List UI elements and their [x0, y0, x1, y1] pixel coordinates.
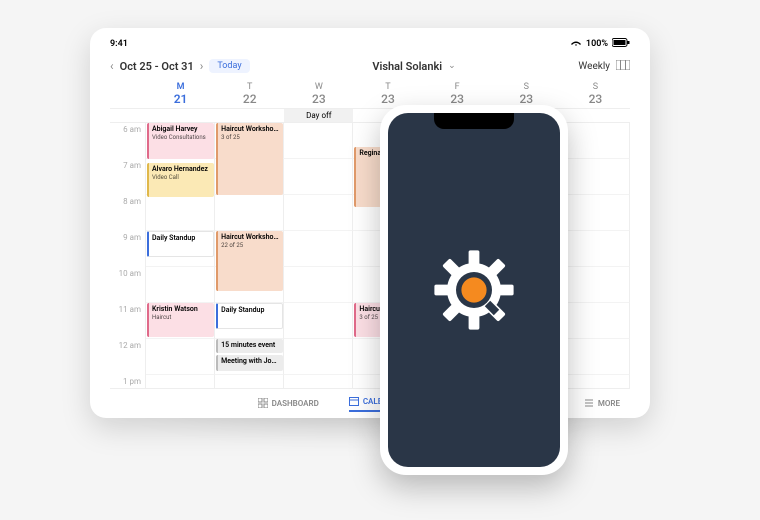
app-logo-gear-icon	[429, 245, 519, 335]
day-header[interactable]: W23	[284, 80, 353, 106]
chevron-down-icon: ⌄	[448, 61, 456, 71]
time-label: 11 am	[110, 303, 146, 339]
today-button[interactable]: Today	[209, 59, 249, 73]
user-name: Vishal Solanki	[372, 60, 442, 73]
time-label: 10 am	[110, 267, 146, 303]
allday-event[interactable]: Day off	[284, 109, 353, 122]
calendar-icon	[349, 396, 359, 408]
calendar-event[interactable]: Daily Standup	[147, 231, 214, 257]
tablet-statusbar: 9:41 100%	[110, 36, 630, 52]
battery-percent: 100%	[586, 39, 608, 49]
day-header[interactable]: S23	[561, 80, 630, 106]
calendar-event[interactable]: 15 minutes event	[216, 339, 283, 353]
menu-icon	[584, 398, 594, 410]
calendar-event[interactable]: Haircut Workshops3 of 25	[216, 123, 283, 195]
time-label: 8 am	[110, 195, 146, 231]
date-range[interactable]: Oct 25 - Oct 31	[120, 60, 194, 73]
nav-label: MORE	[598, 399, 620, 408]
day-header[interactable]: T23	[353, 80, 422, 106]
calendar-event[interactable]: Haircut Workshops22 of 25	[216, 231, 283, 291]
phone-screen	[388, 113, 560, 467]
view-selector[interactable]: Weekly	[578, 60, 630, 73]
user-selector[interactable]: Vishal Solanki ⌄	[372, 60, 455, 73]
wifi-icon	[570, 38, 582, 50]
calendar-event[interactable]: Meeting with Jo…	[216, 355, 283, 371]
dashboard-icon	[258, 398, 268, 410]
day-header[interactable]: M21	[146, 80, 215, 106]
grid-view-icon	[616, 60, 630, 73]
nav-dashboard[interactable]: DASHBOARD	[258, 398, 319, 410]
view-label: Weekly	[578, 61, 610, 72]
battery-icon	[612, 38, 630, 50]
time-label: 1 pm	[110, 375, 146, 388]
nav-label: DASHBOARD	[272, 399, 319, 408]
time-label: 6 am	[110, 123, 146, 159]
time-label: 12 am	[110, 339, 146, 375]
prev-week-button[interactable]: ‹	[110, 59, 114, 73]
calendar-event[interactable]: Alvaro HernandezVideo Call	[147, 163, 214, 197]
calendar-event[interactable]: Kristin WatsonHaircut	[147, 303, 214, 337]
time-label: 9 am	[110, 231, 146, 267]
day-header-row: M21 T22 W23 T23 F23 S23 S23	[110, 80, 630, 109]
calendar-event[interactable]: Abigail HarveyVideo Consultations	[147, 123, 214, 159]
time-label: 7 am	[110, 159, 146, 195]
nav-more[interactable]: MORE	[584, 398, 620, 410]
day-header[interactable]: S23	[492, 80, 561, 106]
day-header[interactable]: T22	[215, 80, 284, 106]
phone-frame	[380, 105, 568, 475]
calendar-event[interactable]: Daily Standup	[216, 303, 283, 329]
phone-notch	[434, 113, 514, 129]
statusbar-time: 9:41	[110, 39, 128, 49]
toolbar: ‹ Oct 25 - Oct 31 › Today Vishal Solanki…	[110, 52, 630, 80]
next-week-button[interactable]: ›	[200, 59, 204, 73]
day-header[interactable]: F23	[423, 80, 492, 106]
